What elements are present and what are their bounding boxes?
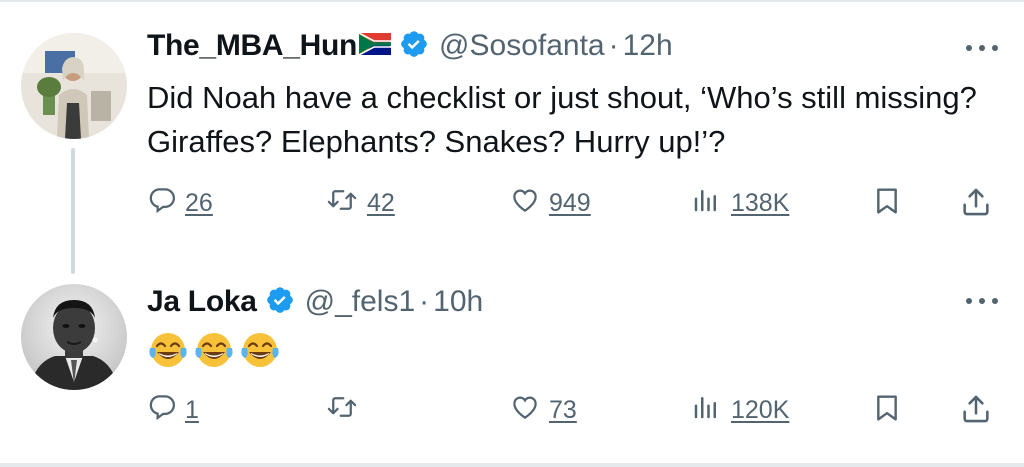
tears-of-joy-emoji: [239, 330, 281, 375]
tweet-emojis: [147, 330, 281, 375]
action-bar: 1 73 120K: [147, 392, 1007, 432]
separator-dot: ·: [608, 29, 619, 62]
verified-icon[interactable]: [265, 285, 295, 320]
retweet-count: 42: [367, 189, 395, 217]
author-name[interactable]: Ja Loka: [147, 285, 257, 319]
author-name[interactable]: The_MBA_Hun: [147, 29, 357, 63]
reply-count: 1: [185, 396, 199, 424]
reply-icon: [147, 392, 177, 429]
reply-icon: [147, 185, 177, 222]
reply-button[interactable]: 26: [147, 185, 213, 222]
views-icon: [689, 392, 723, 429]
bookmark-button[interactable]: [871, 392, 903, 431]
avatar[interactable]: [21, 284, 127, 390]
view-count: 138K: [731, 189, 790, 217]
timestamp[interactable]: 12h: [623, 29, 673, 63]
author-handle[interactable]: @_fels1: [305, 285, 416, 319]
reply-button[interactable]: 1: [147, 392, 199, 429]
tears-of-joy-emoji: [193, 330, 235, 375]
tweet-header: Ja Loka @_fels1 · 10h: [147, 282, 483, 322]
like-count: 73: [549, 396, 577, 424]
share-icon: [959, 392, 993, 433]
more-icon[interactable]: [966, 296, 998, 306]
like-button[interactable]: 73: [509, 392, 577, 429]
bookmark-button[interactable]: [871, 185, 903, 224]
like-button[interactable]: 949: [509, 185, 591, 222]
retweet-icon: [325, 392, 359, 429]
separator-dot: ·: [419, 285, 430, 318]
author-handle[interactable]: @Sosofanta: [439, 29, 605, 63]
bottom-divider: [0, 463, 1024, 467]
like-icon: [509, 392, 541, 429]
tweet-header: The_MBA_Hun @Sosofanta · 12h: [147, 26, 673, 66]
views-button[interactable]: 120K: [689, 392, 789, 429]
bookmark-icon: [871, 185, 903, 224]
like-icon: [509, 185, 541, 222]
share-button[interactable]: [959, 185, 993, 226]
tweet[interactable]: The_MBA_Hun @Sosofanta · 12h Did Noah ha…: [0, 0, 1024, 274]
like-count: 949: [549, 189, 591, 217]
retweet-button[interactable]: [325, 392, 367, 429]
avatar[interactable]: [21, 33, 127, 139]
thread-line: [71, 148, 75, 274]
action-bar: 26 42 949 138K: [147, 185, 1007, 225]
view-count: 120K: [731, 396, 790, 424]
views-button[interactable]: 138K: [689, 185, 789, 222]
south-africa-flag-icon: [358, 31, 392, 60]
retweet-icon: [325, 185, 359, 222]
verified-icon[interactable]: [399, 29, 429, 64]
share-icon: [959, 185, 993, 226]
bookmark-icon: [871, 392, 903, 431]
timestamp[interactable]: 10h: [433, 285, 483, 319]
tears-of-joy-emoji: [147, 330, 189, 375]
retweet-button[interactable]: 42: [325, 185, 395, 222]
more-icon[interactable]: [966, 43, 998, 53]
share-button[interactable]: [959, 392, 993, 433]
tweet-text: Did Noah have a checklist or just shout,…: [147, 80, 977, 159]
reply-count: 26: [185, 189, 213, 217]
views-icon: [689, 185, 723, 222]
